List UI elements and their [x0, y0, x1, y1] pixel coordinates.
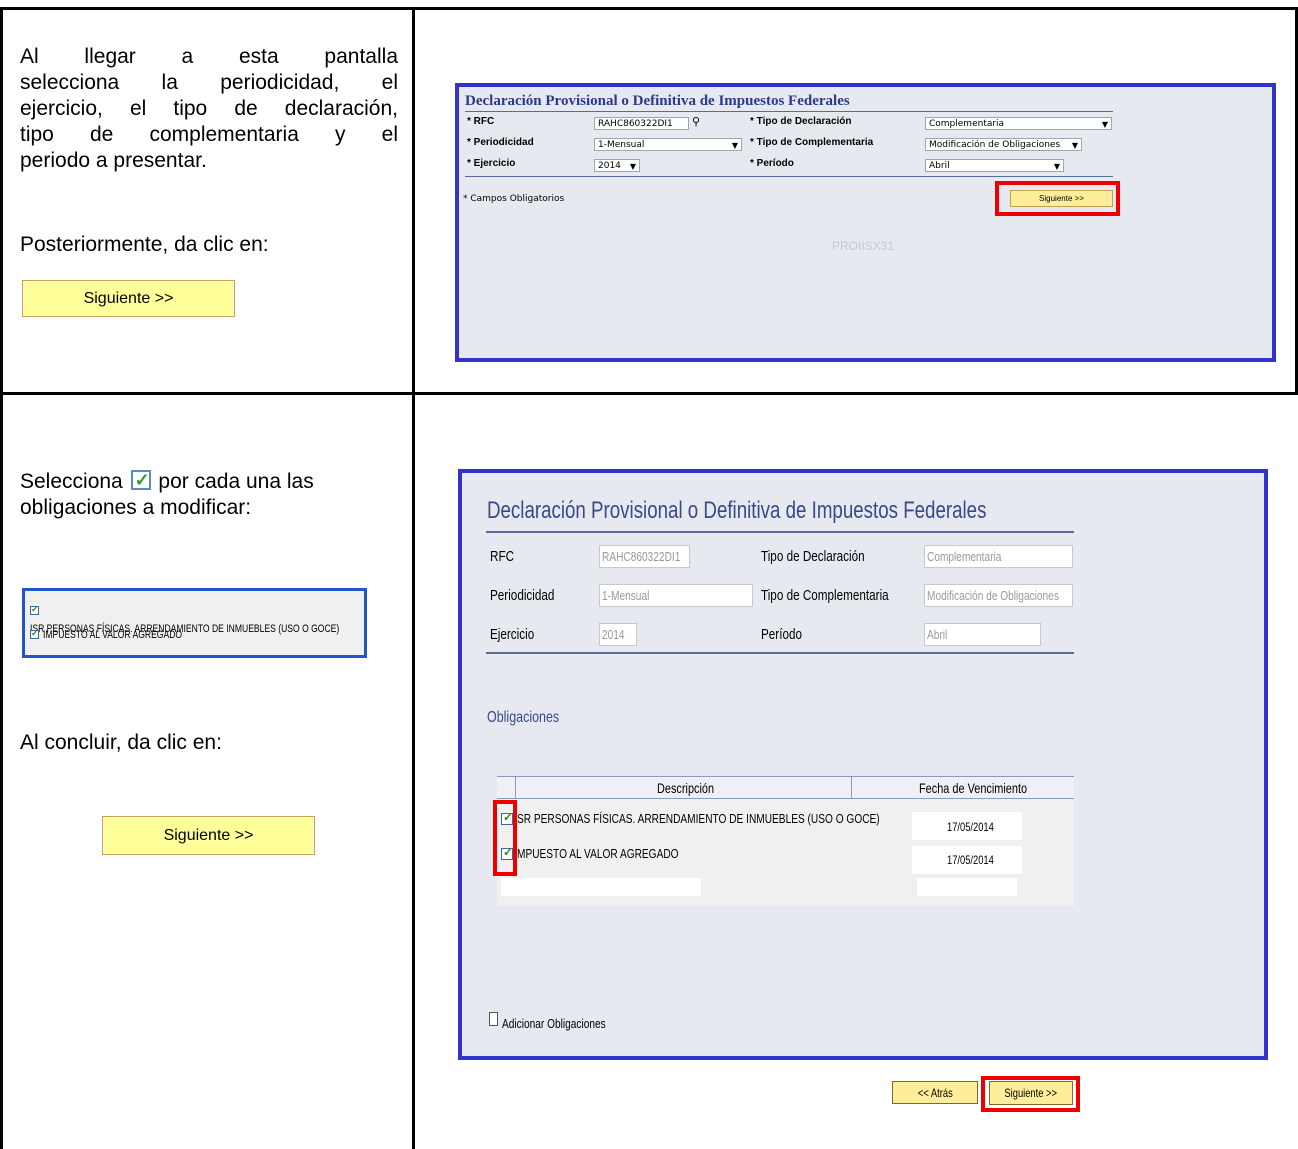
- step1-then-text: Posteriormente, da clic en:: [20, 233, 269, 256]
- header-fecha-vencimiento: Fecha de Vencimiento: [919, 780, 1028, 796]
- example-item-2: ✓ IMPUESTO AL VALOR AGREGADO: [30, 625, 222, 643]
- ejercicio-label: Ejercicio: [490, 626, 535, 643]
- chevron-down-icon: ▼: [629, 162, 636, 171]
- tipo-declaracion-label: * Tipo de Declaración: [750, 116, 852, 127]
- highlight-checkboxes: [493, 800, 517, 876]
- example-obligaciones-box: ✓ ISR PERSONAS FÍSICAS. ARRENDAMIENTO DE…: [22, 588, 367, 658]
- rfc-input: RAHC860322DI1: [599, 545, 690, 568]
- periodo-label: * Período: [750, 158, 794, 169]
- table-border-middle: [412, 7, 415, 1149]
- checkbox-checked-icon: ✓: [130, 470, 151, 490]
- step1-line-4: tipo de complementaria y el: [20, 123, 398, 146]
- table-border-top: [0, 7, 1298, 10]
- step1-line-5: periodo a presentar.: [20, 149, 207, 172]
- ejercicio-input: 2014: [599, 623, 637, 646]
- periodo-select[interactable]: Abril ▼: [925, 159, 1064, 172]
- search-icon[interactable]: ⚲: [692, 115, 700, 128]
- fields-underline: [465, 176, 1113, 177]
- periodo-input: Abril: [924, 623, 1041, 646]
- ejercicio-label: * Ejercicio: [467, 158, 516, 169]
- tipo-complementaria-input: Modificación de Obligaciones: [924, 584, 1073, 607]
- chevron-down-icon: ▼: [1101, 120, 1108, 129]
- periodicidad-label: * Periodicidad: [467, 137, 534, 148]
- row-2-descripcion: MPUESTO AL VALOR AGREGADO: [517, 846, 679, 861]
- periodo-value: Abril: [929, 161, 950, 171]
- obligaciones-heading: Obligaciones: [487, 709, 560, 726]
- siguiente-button-example: Siguiente >>: [22, 280, 235, 317]
- table-border-left: [0, 7, 3, 1149]
- rfc-input[interactable]: RAHC860322DI1: [594, 117, 689, 130]
- title-underline: [465, 111, 1113, 112]
- header-descripcion: Descripción: [657, 780, 715, 796]
- header-divider-2: [851, 776, 852, 799]
- tipo-complementaria-select[interactable]: Modificación de Obligaciones ▼: [925, 138, 1082, 151]
- periodicidad-select[interactable]: 1-Mensual ▼: [594, 138, 742, 151]
- rfc-label: * RFC: [467, 116, 495, 127]
- step1-line-3: ejercicio, el tipo de declaración,: [20, 97, 398, 120]
- tipo-declaracion-select[interactable]: Complementaria ▼: [925, 117, 1112, 130]
- ejercicio-select[interactable]: 2014 ▼: [594, 159, 640, 172]
- periodicidad-label: Periodicidad: [490, 587, 555, 604]
- table-row-divider: [0, 392, 1298, 395]
- tipo-complementaria-label: Tipo de Complementaria: [761, 587, 889, 604]
- step1-line-1: Al llegar a esta pantalla: [20, 45, 398, 68]
- periodicidad-input: 1-Mensual: [599, 584, 753, 607]
- form-title: Declaración Provisional o Definitiva de …: [487, 497, 987, 524]
- tipo-complementaria-label: * Tipo de Complementaria: [750, 137, 874, 148]
- step2-select-line2: obligaciones a modificar:: [20, 496, 252, 519]
- step2-select-before: Selecciona: [20, 470, 123, 493]
- checkbox-checked-icon: ✓: [30, 628, 39, 639]
- header-divider-1: [515, 776, 516, 799]
- fields-underline: [486, 652, 1074, 654]
- step2-conclude-text: Al concluir, da clic en:: [20, 731, 222, 754]
- adicionar-checkbox[interactable]: [489, 1012, 498, 1026]
- row-1-fecha: 17/05/2014: [947, 820, 994, 834]
- tipo-complementaria-value: Modificación de Obligaciones: [929, 140, 1061, 150]
- obligaciones-table: Descripción Fecha de Vencimiento ✓ SR PE…: [497, 776, 1074, 906]
- periodicidad-value: 1-Mensual: [598, 140, 645, 150]
- example-item-2-text: IMPUESTO AL VALOR AGREGADO: [43, 629, 183, 641]
- siguiente-button[interactable]: Siguiente >>: [989, 1081, 1073, 1105]
- chevron-down-icon: ▼: [731, 141, 738, 150]
- atras-button[interactable]: << Atrás: [892, 1081, 978, 1104]
- siguiente-button-example-2: Siguiente >>: [102, 816, 315, 855]
- row-3-mask-2: [917, 878, 1017, 896]
- tipo-declaracion-label: Tipo de Declaración: [761, 548, 865, 565]
- checkbox-checked-icon: ✓: [30, 604, 39, 615]
- ejercicio-value: 2014: [598, 161, 621, 171]
- siguiente-button[interactable]: Siguiente >>: [1010, 190, 1113, 207]
- row-3-mask: [501, 878, 701, 896]
- step1-line-2: selecciona la periodicidad, el: [20, 71, 398, 94]
- required-note: * Campos Obligatorios: [463, 194, 565, 204]
- adicionar-obligaciones-label: Adicionar Obligaciones: [502, 1016, 606, 1031]
- screenshot-obligaciones-form: Declaración Provisional o Definitiva de …: [458, 469, 1268, 1112]
- tipo-declaracion-value: Complementaria: [929, 119, 1005, 129]
- chevron-down-icon: ▼: [1071, 141, 1078, 150]
- screenshot-initial-form: Declaración Provisional o Definitiva de …: [455, 83, 1276, 362]
- tipo-declaracion-input: Complementaria: [924, 545, 1073, 568]
- watermark-text: PROIISX31: [832, 239, 895, 253]
- form-title: Declaración Provisional o Definitiva de …: [465, 93, 850, 109]
- chevron-down-icon: ▼: [1053, 162, 1060, 171]
- periodo-label: Período: [761, 626, 802, 643]
- row-2-fecha: 17/05/2014: [947, 853, 994, 867]
- title-underline: [486, 531, 1074, 533]
- step2-select-after: por cada una las: [158, 470, 314, 493]
- rfc-label: RFC: [490, 548, 515, 565]
- step2-select-line: Selecciona ✓ por cada una las: [20, 469, 314, 495]
